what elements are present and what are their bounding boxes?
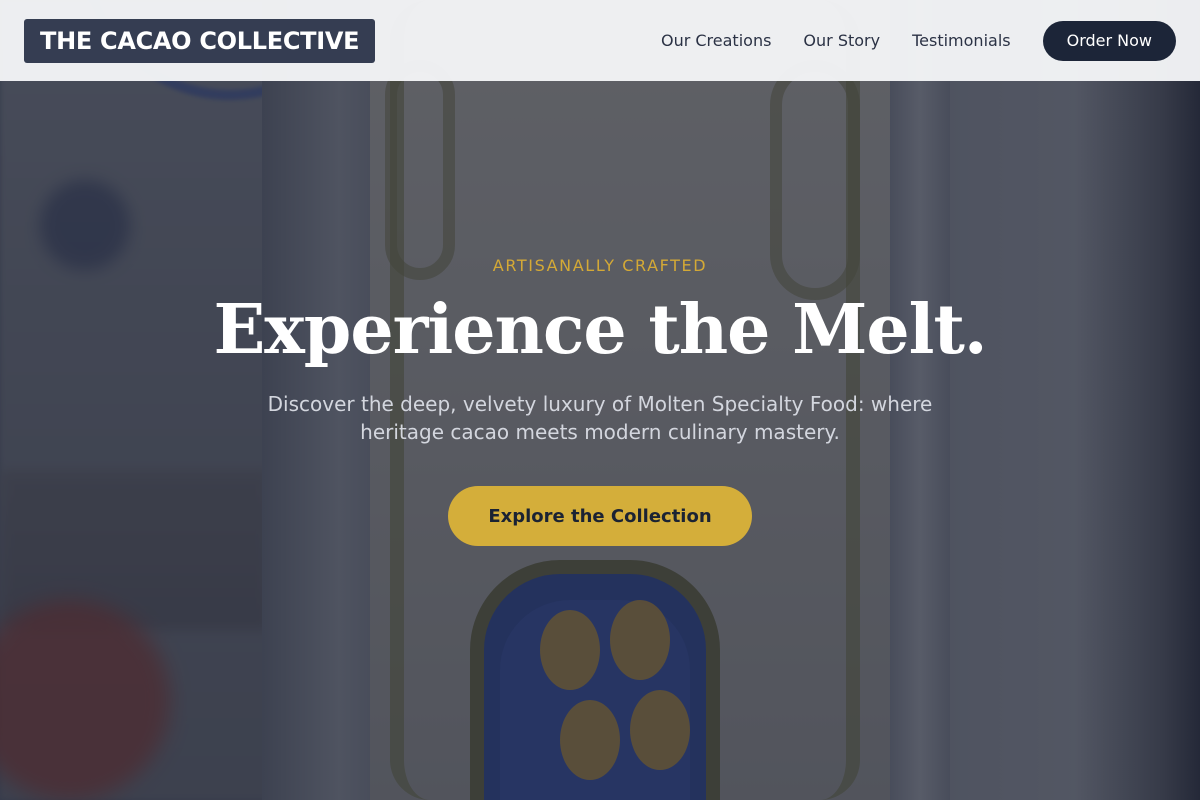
- hero-headline: Experience the Melt.: [213, 290, 987, 370]
- explore-collection-button[interactable]: Explore the Collection: [448, 486, 752, 546]
- nav-link-our-story[interactable]: Our Story: [803, 31, 880, 50]
- nav-link-our-creations[interactable]: Our Creations: [661, 31, 771, 50]
- site-header: THE CACAO COLLECTIVE Our Creations Our S…: [0, 0, 1200, 81]
- nav-link-testimonials[interactable]: Testimonials: [912, 31, 1011, 50]
- hero-subtitle: Discover the deep, velvety luxury of Mol…: [267, 392, 933, 444]
- site-logo[interactable]: THE CACAO COLLECTIVE: [24, 18, 376, 63]
- hero-eyebrow: ARTISANALLY CRAFTED: [492, 256, 708, 275]
- main-nav: Our Creations Our Story Testimonials Ord…: [661, 20, 1176, 61]
- order-now-button[interactable]: Order Now: [1042, 20, 1176, 61]
